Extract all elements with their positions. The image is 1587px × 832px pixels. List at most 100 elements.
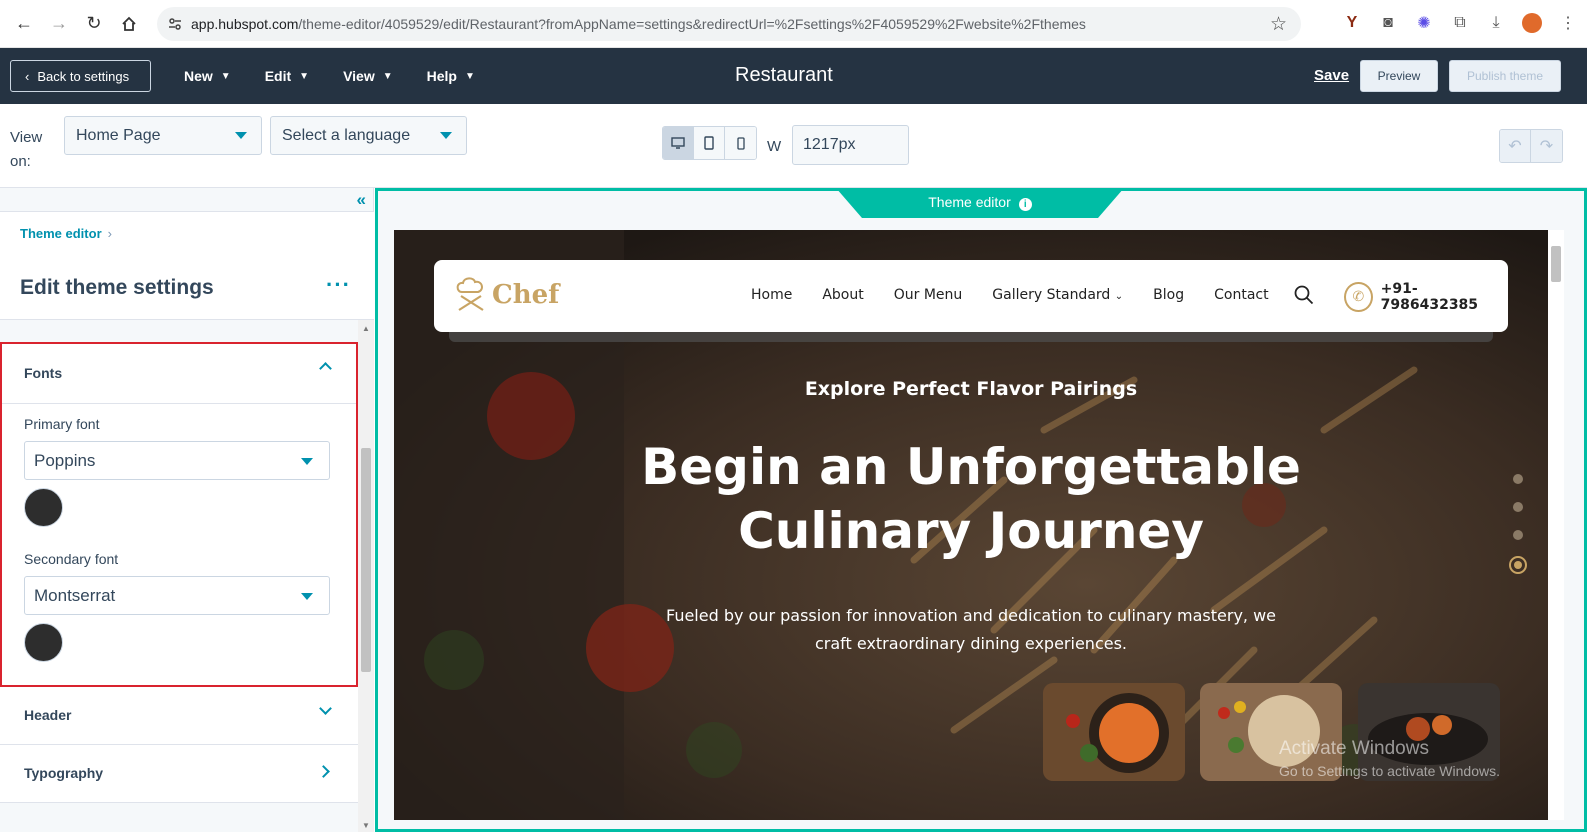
caret-down-icon	[235, 132, 247, 139]
secondary-font-color-swatch[interactable]	[24, 623, 63, 662]
website-preview: Chef Home About Our Menu Gallery Standar…	[394, 230, 1548, 820]
menu-new-label: New	[184, 68, 213, 84]
undo-icon[interactable]: ↶	[1500, 130, 1531, 162]
home-icon[interactable]	[118, 13, 140, 35]
slider-dot-active[interactable]	[1509, 556, 1527, 574]
save-button[interactable]: Save	[1314, 67, 1349, 84]
preview-button[interactable]: Preview	[1360, 60, 1438, 92]
breadcrumb[interactable]: Theme editor ›	[20, 226, 112, 241]
site-phone[interactable]: ✆ +91-7986432385	[1344, 281, 1508, 313]
typography-section[interactable]: Typography	[0, 745, 358, 803]
page-title: Edit theme settings	[20, 276, 214, 299]
browser-menu-icon[interactable]: ⋮	[1557, 12, 1579, 34]
browser-toolbar: ← → ↻ app.hubspot.com/theme-editor/40595…	[0, 0, 1587, 48]
primary-font-color-swatch[interactable]	[24, 488, 63, 527]
site-nav-about[interactable]: About	[822, 287, 863, 303]
windows-activation-subtext: Go to Settings to activate Windows.	[1279, 763, 1500, 779]
device-switcher	[662, 126, 757, 160]
preview-scrollbar[interactable]	[1548, 230, 1564, 820]
menu-help[interactable]: Help ▼	[427, 68, 475, 84]
extension-y-icon[interactable]: Y	[1341, 12, 1363, 34]
more-options-icon[interactable]: ···	[326, 272, 351, 298]
menu-edit-label: Edit	[264, 68, 292, 84]
slider-dot[interactable]	[1513, 502, 1523, 512]
width-label: W	[767, 138, 782, 155]
back-to-settings-button[interactable]: ‹ Back to settings	[10, 60, 151, 92]
fonts-section-label: Fonts	[24, 365, 63, 381]
profile-avatar[interactable]	[1521, 12, 1543, 34]
site-settings-icon[interactable]	[167, 16, 183, 32]
back-arrow-icon[interactable]: ←	[13, 13, 35, 35]
site-logo[interactable]: Chef	[454, 276, 559, 314]
reload-icon[interactable]: ↻	[83, 13, 105, 35]
hero-title-line-2: Culinary Journey	[738, 502, 1204, 560]
fonts-section-header[interactable]: Fonts	[2, 344, 356, 404]
sidebar-scrollbar[interactable]: ▲ ▼	[358, 320, 374, 832]
chevron-down-icon: ▼	[220, 70, 231, 82]
download-icon[interactable]: ⤓	[1485, 12, 1507, 34]
puzzle-extensions-icon[interactable]: ⧉	[1449, 12, 1471, 34]
forward-arrow-icon[interactable]: →	[48, 13, 70, 35]
width-input[interactable]: 1217px	[792, 125, 909, 165]
search-icon[interactable]	[1294, 285, 1314, 305]
breadcrumb-theme-editor[interactable]: Theme editor	[20, 226, 102, 241]
secondary-font-value: Montserrat	[34, 585, 116, 605]
camera-icon[interactable]: ◙	[1377, 12, 1399, 34]
secondary-font-select[interactable]: Montserrat	[24, 576, 330, 615]
nav-shadow	[449, 332, 1493, 342]
scroll-up-arrow-icon[interactable]: ▲	[362, 324, 370, 333]
back-to-settings-label: Back to settings	[37, 68, 130, 84]
sidebar-header: Theme editor › Edit theme settings ···	[0, 212, 374, 320]
extension-icons: Y ◙ ✺ ⧉ ⤓ ⋮	[1341, 12, 1579, 34]
url-path: /theme-editor/4059529/edit/Restaurant?fr…	[298, 16, 1086, 32]
sparkle-extension-icon[interactable]: ✺	[1413, 12, 1435, 34]
site-nav-our-menu[interactable]: Our Menu	[894, 287, 963, 303]
page-select[interactable]: Home Page	[64, 116, 262, 155]
chevron-right-icon: ›	[107, 226, 112, 241]
theme-editor-tab-label: Theme editor	[928, 194, 1011, 210]
slider-dot[interactable]	[1513, 474, 1523, 484]
view-on-label: View on:	[10, 129, 43, 170]
primary-font-select[interactable]: Poppins	[24, 441, 330, 480]
bookmark-star-icon[interactable]: ☆	[1270, 13, 1287, 36]
language-select[interactable]: Select a language	[270, 116, 467, 155]
undo-redo-group: ↶ ↷	[1499, 129, 1563, 163]
slider-dot[interactable]	[1513, 530, 1523, 540]
caret-down-icon	[301, 593, 313, 600]
sidebar-scrollbar-thumb[interactable]	[361, 448, 371, 672]
windows-activation-watermark: Activate Windows	[1279, 738, 1429, 759]
menu-view[interactable]: View ▼	[343, 68, 393, 84]
editor-header: ‹ Back to settings New ▼ Edit ▼ View ▼ Help…	[0, 48, 1587, 104]
sidebar-collapse-row: «	[0, 188, 374, 212]
site-nav-blog[interactable]: Blog	[1153, 287, 1184, 303]
collapse-sidebar-icon[interactable]: «	[357, 190, 366, 210]
publish-theme-button[interactable]: Publish theme	[1449, 60, 1561, 92]
redo-icon[interactable]: ↷	[1531, 130, 1562, 162]
chevron-up-icon	[319, 362, 332, 375]
chevron-down-icon: ⌄	[1114, 291, 1124, 302]
info-icon[interactable]: i	[1018, 198, 1032, 211]
chevron-down-icon: ▼	[299, 70, 310, 82]
site-phone-number: +91-7986432385	[1380, 281, 1479, 313]
mobile-view-button[interactable]	[725, 127, 756, 159]
site-nav-gallery[interactable]: Gallery Standard ⌄	[992, 287, 1123, 303]
site-nav-links: Home About Our Menu Gallery Standard ⌄ B…	[751, 287, 1269, 303]
address-bar[interactable]: app.hubspot.com/theme-editor/4059529/edi…	[157, 7, 1301, 41]
site-nav-contact[interactable]: Contact	[1214, 287, 1268, 303]
tablet-icon	[704, 136, 714, 150]
tablet-view-button[interactable]	[694, 127, 725, 159]
header-section[interactable]: Header	[0, 687, 358, 745]
menu-new[interactable]: New ▼	[184, 68, 231, 84]
scroll-down-arrow-icon[interactable]: ▼	[362, 821, 370, 830]
food-thumbnail[interactable]	[1043, 683, 1185, 781]
desktop-view-button[interactable]	[663, 127, 694, 159]
preview-scrollbar-thumb[interactable]	[1551, 246, 1561, 282]
site-nav-home[interactable]: Home	[751, 287, 792, 303]
theme-editor-tab: Theme editor i	[836, 188, 1124, 218]
theme-title: Restaurant	[735, 64, 833, 86]
menu-edit[interactable]: Edit ▼	[265, 68, 309, 84]
hero-title-line-1: Begin an Unforgettable	[641, 438, 1301, 496]
editor-menu: New ▼ Edit ▼ View ▼ Help ▼	[184, 48, 475, 104]
primary-font-value: Poppins	[34, 450, 96, 470]
site-logo-text: Chef	[492, 280, 560, 310]
